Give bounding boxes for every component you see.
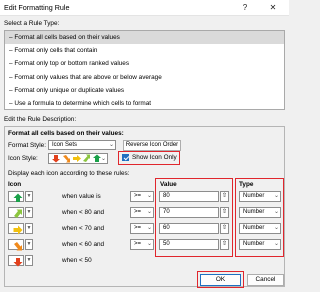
ok-button[interactable]: OK: [200, 274, 241, 286]
format-style-label: Format Style:: [8, 142, 46, 149]
rule-condition: when < 80 and: [62, 209, 105, 216]
icon-select[interactable]: [8, 255, 24, 267]
icon-select[interactable]: [8, 239, 24, 251]
value-input[interactable]: 70: [159, 207, 219, 218]
range-picker-icon[interactable]: ⇧: [220, 191, 229, 202]
rule-type-item[interactable]: – Use a formula to determine which cells…: [5, 97, 284, 110]
cancel-button[interactable]: Cancel: [247, 274, 284, 286]
chevron-down-icon: ⌄: [273, 225, 279, 231]
chevron-down-icon: ⌄: [108, 142, 114, 148]
display-rules-label: Display each icon according to these rul…: [8, 170, 130, 177]
chevron-down-icon: ⌄: [146, 241, 152, 247]
rule-type-item[interactable]: – Format only cells that contain: [5, 44, 284, 57]
type-select[interactable]: Number ⌄: [239, 239, 281, 250]
icon-select[interactable]: [8, 191, 24, 202]
icon-dropdown-button[interactable]: ▼: [25, 239, 33, 250]
rule-type-item[interactable]: – Format only unique or duplicate values: [5, 84, 284, 97]
show-icon-only-checkbox[interactable]: [122, 154, 129, 161]
chevron-down-icon: ⌄: [273, 241, 279, 247]
operator-select[interactable]: >= ⌄: [130, 207, 154, 218]
rule-type-item[interactable]: – Format all cells based on their values: [5, 31, 284, 45]
range-picker-icon[interactable]: ⇧: [220, 207, 229, 218]
operator-value: >=: [134, 193, 142, 199]
operator-select[interactable]: >= ⌄: [130, 223, 154, 234]
value-input[interactable]: 60: [159, 223, 219, 234]
type-value: Number: [243, 225, 265, 231]
rule-description-heading: Edit the Rule Description:: [4, 116, 77, 123]
chevron-down-icon: ⌄: [146, 225, 152, 231]
icon-dropdown-button[interactable]: ▼: [25, 223, 33, 234]
format-style-value: Icon Sets: [52, 142, 78, 148]
icon-select[interactable]: [8, 207, 24, 218]
chevron-down-icon: ⌄: [146, 209, 152, 215]
close-button[interactable]: ✕: [266, 1, 280, 15]
reverse-icon-order-button[interactable]: Reverse Icon Order: [123, 140, 181, 151]
rule-description-subheading: Format all cells based on their values:: [8, 130, 124, 137]
rule-condition: when < 70 and: [62, 225, 105, 232]
operator-value: >=: [134, 225, 142, 231]
help-button[interactable]: ?: [238, 1, 252, 15]
icon-column-header: Icon: [8, 181, 22, 188]
icon-style-preview: [52, 154, 101, 163]
rule-type-item[interactable]: – Format only values that are above or b…: [5, 71, 284, 84]
range-picker-icon[interactable]: ⇧: [220, 239, 229, 250]
type-select[interactable]: Number ⌄: [239, 223, 281, 234]
type-value: Number: [243, 193, 265, 199]
value-input[interactable]: 50: [159, 239, 219, 250]
chevron-down-icon: ⌄: [146, 193, 152, 199]
rule-condition: when < 50: [62, 257, 92, 264]
rule-type-item[interactable]: – Format only top or bottom ranked value…: [5, 57, 284, 70]
chevron-down-icon: ⌄: [100, 156, 106, 162]
icon-select[interactable]: [8, 223, 24, 235]
icon-dropdown-button[interactable]: ▼: [25, 191, 33, 202]
chevron-down-icon: ⌄: [273, 193, 279, 199]
icon-style-label: Icon Style:: [8, 155, 38, 162]
title-bar: Edit Formatting Rule ? ✕: [0, 0, 289, 16]
operator-value: >=: [134, 241, 142, 247]
chevron-down-icon: ⌄: [273, 209, 279, 215]
arrow-right-icon: [13, 225, 23, 235]
icon-dropdown-button[interactable]: ▼: [25, 207, 33, 218]
type-select[interactable]: Number ⌄: [239, 207, 281, 218]
type-select[interactable]: Number ⌄: [239, 191, 281, 202]
operator-select[interactable]: >= ⌄: [130, 239, 154, 250]
operator-value: >=: [134, 209, 142, 215]
range-picker-icon[interactable]: ⇧: [220, 223, 229, 234]
window-title: Edit Formatting Rule: [4, 3, 70, 12]
icon-style-select[interactable]: ⌄: [48, 153, 108, 164]
rule-type-heading: Select a Rule Type:: [4, 20, 60, 27]
type-value: Number: [243, 241, 265, 247]
value-input[interactable]: 80: [159, 191, 219, 202]
rule-type-list[interactable]: – Format all cells based on their values…: [4, 30, 285, 110]
operator-select[interactable]: >= ⌄: [130, 191, 154, 202]
format-style-select[interactable]: Icon Sets ⌄: [48, 140, 116, 150]
arrow-down-icon: [13, 258, 23, 267]
icon-dropdown-button[interactable]: ▼: [25, 255, 33, 266]
type-value: Number: [243, 209, 265, 215]
show-icon-only-label: Show Icon Only: [132, 154, 177, 161]
arrow-up-icon: [13, 193, 23, 202]
rule-condition: when value is: [62, 193, 101, 200]
arrow-up-right-icon: [14, 209, 22, 218]
rule-condition: when < 60 and: [62, 241, 105, 248]
arrow-down-right-icon: [14, 242, 22, 251]
